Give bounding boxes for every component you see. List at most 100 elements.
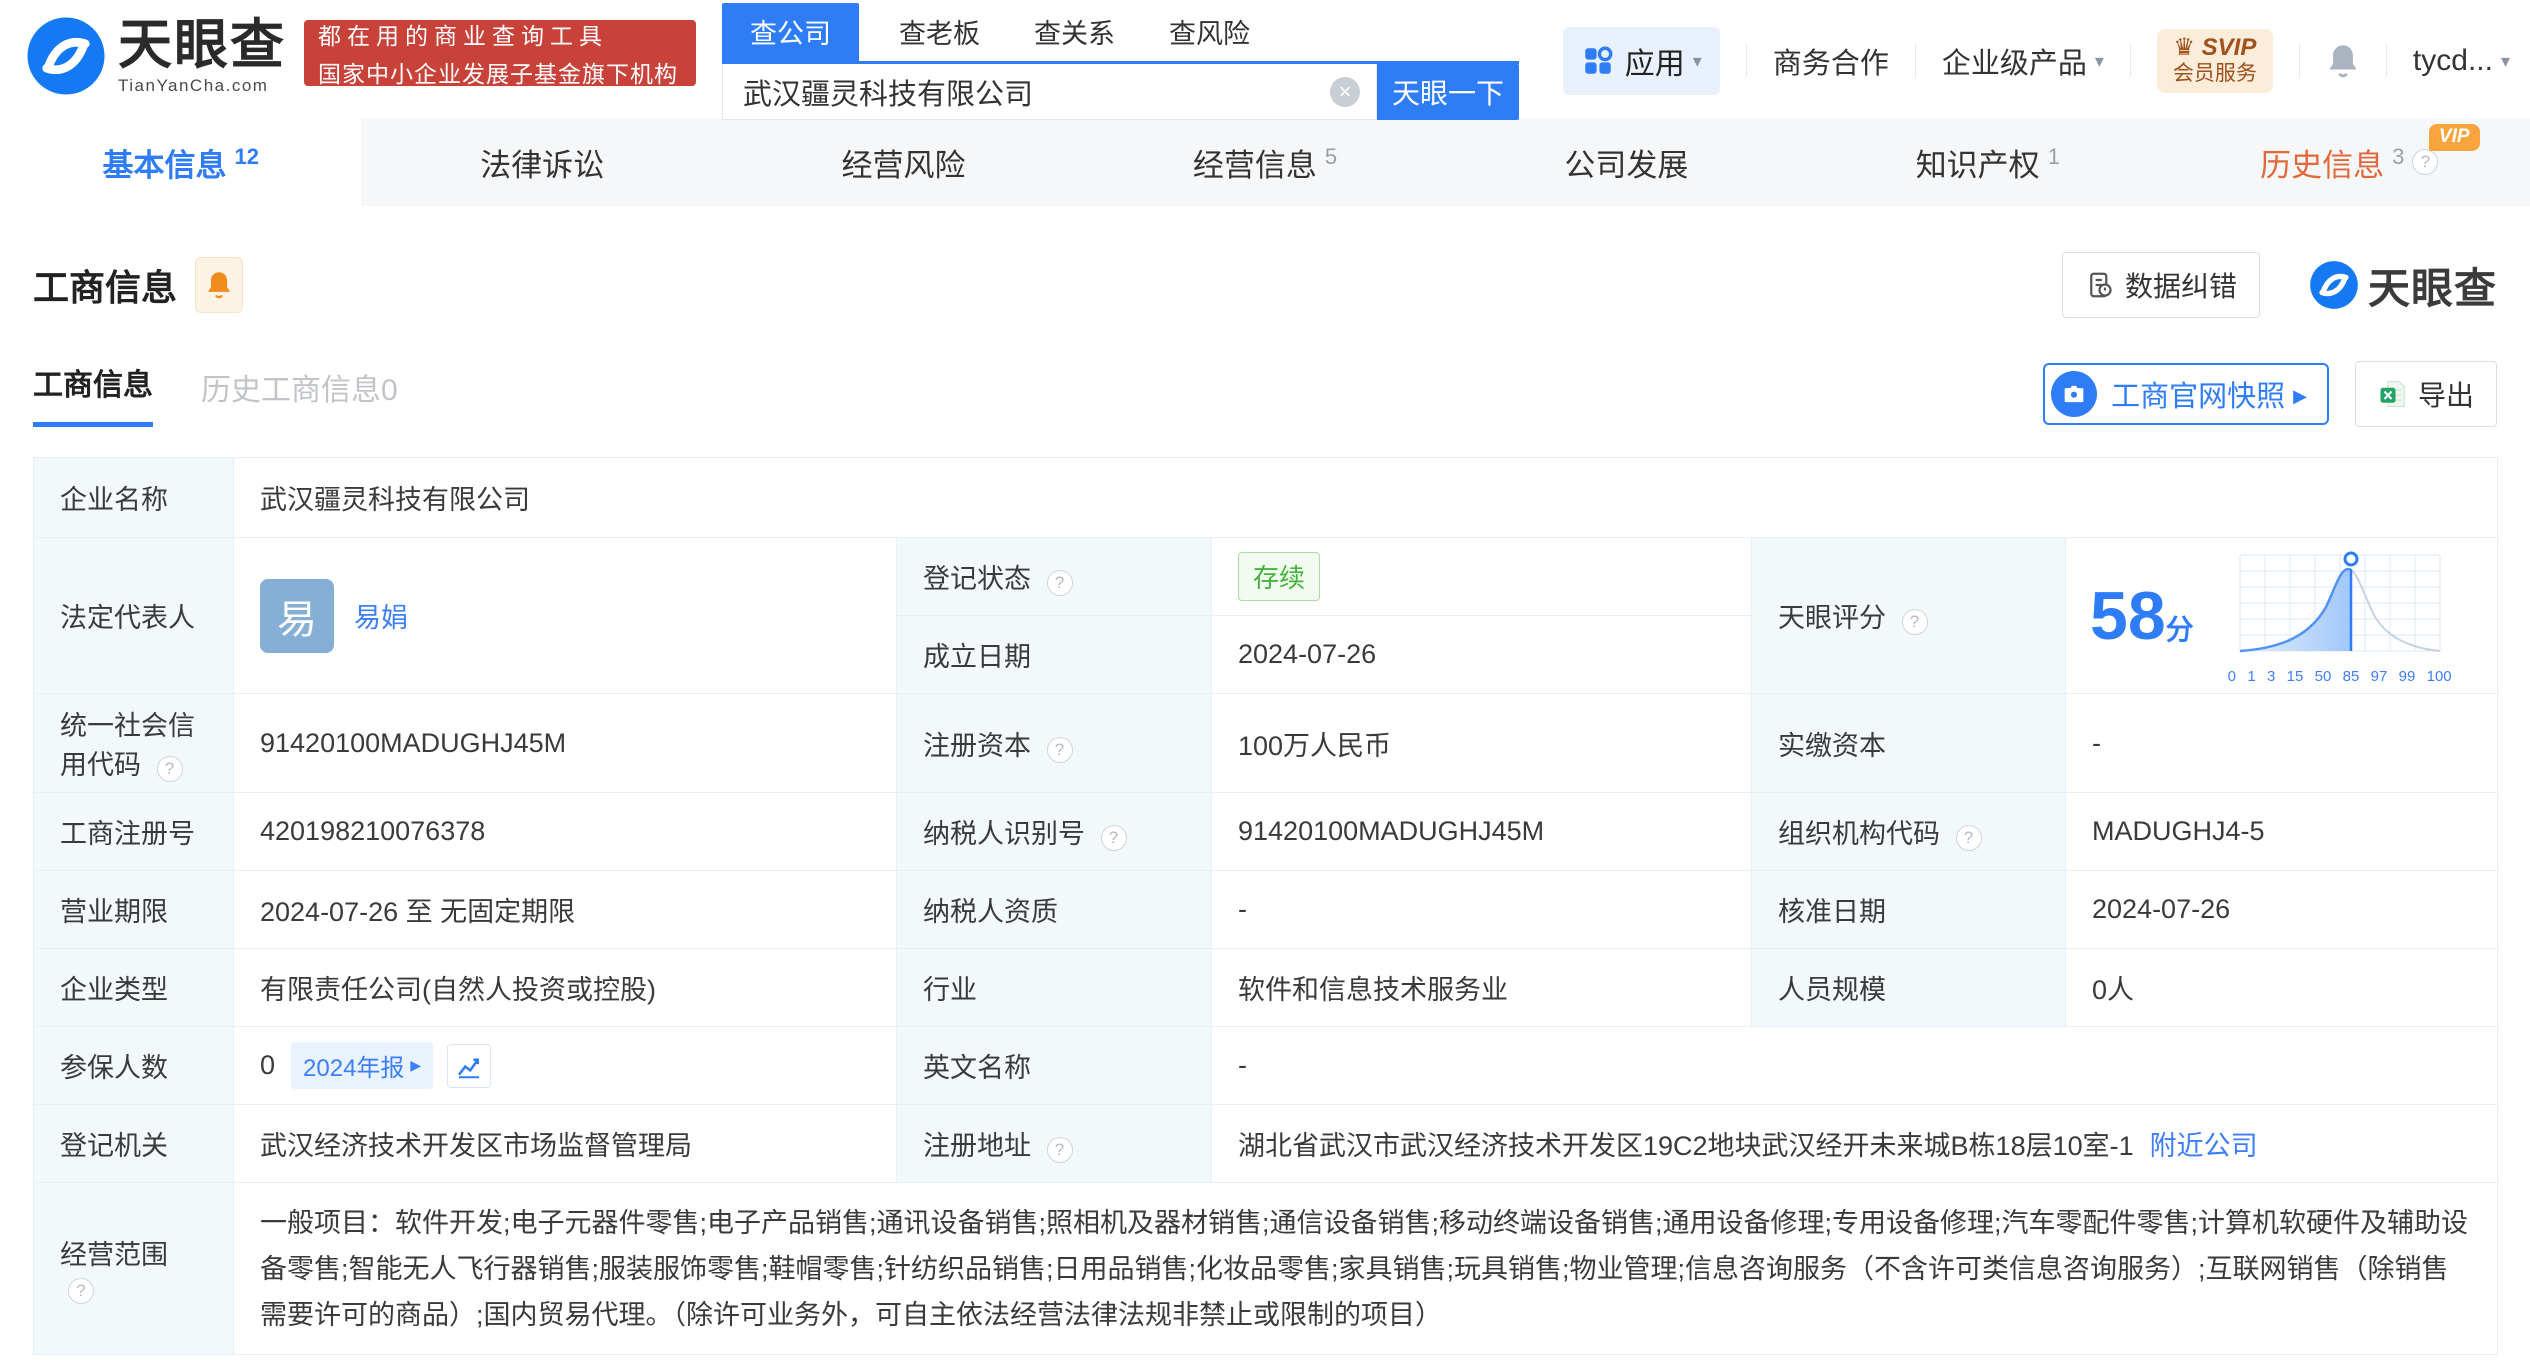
- help-icon[interactable]: ?: [156, 756, 183, 782]
- search-input[interactable]: [723, 75, 1330, 108]
- company-nav-tabs: 基本信息 12 法律诉讼 经营风险 经营信息 5 公司发展 知识产权 1 历史信…: [0, 118, 2530, 206]
- main-content: 工商信息 数据纠错 天眼查 工商信息 历史工商信息0 工商官网快照 ▶ 导出 企…: [0, 252, 2530, 1355]
- reg-status-label: 登记状态 ?: [896, 537, 1212, 616]
- paid-capital-label: 实缴资本: [1751, 693, 2066, 793]
- promo-line2: 国家中小企业发展子基金旗下机构: [318, 61, 678, 87]
- search-tab-risk[interactable]: 查风险: [1155, 12, 1264, 61]
- search-tab-company[interactable]: 查公司: [722, 3, 859, 61]
- divider: [2129, 44, 2131, 78]
- english-name-label: 英文名称: [896, 1026, 1212, 1105]
- credit-code-value: 91420100MADUGHJ45M: [233, 693, 897, 793]
- excel-icon: [2380, 380, 2405, 408]
- business-scope-value: 一般项目：软件开发;电子元器件零售;电子产品销售;通讯设备销售;照相机及器材销售…: [232, 1182, 2499, 1355]
- svip-member-badge[interactable]: ♛ SVIP 会员服务: [2156, 29, 2273, 93]
- divider: [2298, 44, 2300, 78]
- tab-legal-litigation[interactable]: 法律诉讼: [361, 118, 722, 206]
- trend-chart-button[interactable]: [447, 1043, 492, 1088]
- nav-enterprise-products[interactable]: 企业级产品 ▾: [1942, 40, 2104, 82]
- company-name-label: 企业名称: [33, 457, 234, 538]
- tab-operation-risk[interactable]: 经营风险: [723, 118, 1084, 206]
- section-title: 工商信息: [33, 267, 178, 308]
- apps-label: 应用: [1624, 48, 1685, 81]
- table-row: 企业类型 有限责任公司(自然人投资或控股) 行业 软件和信息技术服务业 人员规模…: [33, 948, 2499, 1027]
- legal-rep-link[interactable]: 易娟: [354, 596, 408, 635]
- reg-number-label: 工商注册号: [33, 792, 234, 871]
- apps-dropdown[interactable]: 应用 ▾: [1562, 27, 1720, 95]
- search-tab-relation[interactable]: 查关系: [1020, 12, 1129, 61]
- divider: [1914, 44, 1916, 78]
- paid-capital-value: -: [2064, 693, 2499, 793]
- reg-capital-value: 100万人民币: [1211, 693, 1752, 793]
- subtab-business-info[interactable]: 工商信息: [33, 360, 153, 427]
- subtab-history-business-info[interactable]: 历史工商信息0: [201, 365, 398, 427]
- help-icon[interactable]: ?: [2412, 149, 2439, 175]
- table-row: 工商注册号 420198210076378 纳税人识别号 ? 91420100M…: [33, 792, 2499, 871]
- promo-banner: 都在用的商业查询工具 国家中小企业发展子基金旗下机构: [304, 20, 696, 87]
- monitor-bell-button[interactable]: [195, 257, 244, 313]
- reg-authority-value: 武汉经济技术开发区市场监督管理局: [233, 1104, 897, 1183]
- tab-history-info[interactable]: 历史信息 3 ? VIP: [2169, 118, 2530, 206]
- caret-down-icon: ▾: [2094, 50, 2104, 71]
- org-code-value: MADUGHJ4-5: [2064, 792, 2499, 871]
- table-row: 统一社会信用代码 ? 91420100MADUGHJ45M 注册资本 ? 100…: [33, 693, 2499, 793]
- help-icon[interactable]: ?: [1046, 736, 1073, 763]
- help-icon[interactable]: ?: [1046, 1137, 1073, 1163]
- help-icon[interactable]: ?: [1046, 570, 1073, 596]
- tianyancha-logo-icon: [27, 17, 105, 95]
- score-pin-icon: [2343, 551, 2359, 566]
- tab-operation-info[interactable]: 经营信息 5: [1084, 118, 1445, 206]
- tyc-score-value: 58分 0 1 3 15 50 85 97 99 100: [2064, 537, 2499, 694]
- legal-rep-value: 易 易娟: [233, 537, 897, 694]
- notification-bell-icon[interactable]: [2326, 42, 2360, 80]
- tianyancha-logo[interactable]: 天眼查 TianYanCha.com: [24, 14, 286, 98]
- annual-report-badge[interactable]: 2024年报 ▶: [291, 1042, 434, 1089]
- table-row: 法定代表人 易 易娟 登记状态 ? 存续 天眼评分 ? 58分 0 1 3 15…: [33, 537, 2499, 694]
- business-term-label: 营业期限: [33, 870, 234, 949]
- bell-icon: [208, 272, 230, 299]
- tab-basic-info[interactable]: 基本信息 12: [0, 118, 362, 206]
- search-tab-boss[interactable]: 查老板: [885, 12, 994, 61]
- search-tabs: 查公司 查老板 查关系 查风险: [722, 3, 1519, 61]
- status-badge: 存续: [1238, 552, 1321, 601]
- tab-company-development[interactable]: 公司发展: [1446, 118, 1807, 206]
- vip-badge: VIP: [2428, 124, 2480, 151]
- score-axis-ticks: 01 3 15 50 85 97 99 100: [2227, 667, 2452, 685]
- search-button[interactable]: 天眼一下: [1377, 64, 1519, 120]
- org-code-label: 组织机构代码 ?: [1751, 792, 2066, 871]
- approval-date-label: 核准日期: [1751, 870, 2066, 949]
- reg-address-label: 注册地址 ?: [896, 1104, 1212, 1183]
- arrow-right-icon: ▶: [2293, 385, 2307, 406]
- export-button[interactable]: 导出: [2354, 361, 2497, 427]
- divider: [2385, 44, 2387, 78]
- help-icon[interactable]: ?: [1955, 825, 1982, 851]
- business-term-value: 2024-07-26 至 无固定期限: [233, 870, 897, 949]
- score-unit: 分: [2165, 613, 2194, 645]
- taxpayer-id-label: 纳税人识别号 ?: [896, 792, 1212, 871]
- industry-label: 行业: [896, 948, 1212, 1027]
- tianyancha-logo-icon: [2310, 261, 2358, 309]
- user-menu[interactable]: tycd... ▾: [2413, 44, 2510, 78]
- legal-rep-label: 法定代表人: [33, 537, 234, 694]
- company-type-value: 有限责任公司(自然人投资或控股): [233, 948, 897, 1027]
- table-row: 登记机关 武汉经济技术开发区市场监督管理局 注册地址 ? 湖北省武汉市武汉经济技…: [33, 1104, 2499, 1183]
- help-icon[interactable]: ?: [1901, 609, 1928, 635]
- business-scope-label: 经营范围 ?: [33, 1182, 234, 1355]
- help-icon[interactable]: ?: [1100, 825, 1127, 851]
- help-icon[interactable]: ?: [68, 1278, 94, 1304]
- official-snapshot-button[interactable]: 工商官网快照 ▶: [2043, 363, 2329, 425]
- table-row: 营业期限 2024-07-26 至 无固定期限 纳税人资质 - 核准日期 202…: [33, 870, 2499, 949]
- clear-search-icon[interactable]: ×: [1330, 76, 1360, 107]
- nearby-companies-link[interactable]: 附近公司: [2150, 1124, 2258, 1163]
- data-correction-button[interactable]: 数据纠错: [2061, 252, 2260, 318]
- table-row: 企业名称 武汉疆灵科技有限公司: [33, 457, 2499, 538]
- top-header: 天眼查 TianYanCha.com 都在用的商业查询工具 国家中小企业发展子基…: [0, 0, 2530, 120]
- taxpayer-id-value: 91420100MADUGHJ45M: [1211, 792, 1752, 871]
- tab-intellectual-property[interactable]: 知识产权 1: [1807, 118, 2168, 206]
- search-block: 查公司 查老板 查关系 查风险 × 天眼一下: [722, 3, 1519, 120]
- nav-cooperation[interactable]: 商务合作: [1773, 40, 1889, 82]
- reg-address-value: 湖北省武汉市武汉经济技术开发区19C2地块武汉经开未来城B栋18层10室-1 附…: [1210, 1104, 2499, 1183]
- caret-down-icon: ▾: [1692, 50, 1702, 71]
- reg-number-value: 420198210076378: [233, 792, 897, 871]
- taxpayer-quality-label: 纳税人资质: [896, 870, 1212, 949]
- legal-rep-avatar[interactable]: 易: [260, 578, 334, 653]
